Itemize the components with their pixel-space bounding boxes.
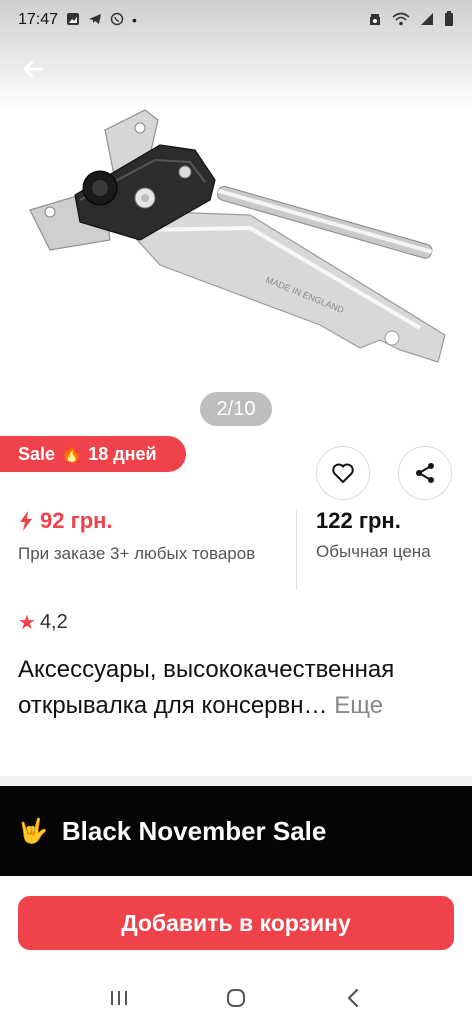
add-to-cart-button[interactable]: Добавить в корзину [18, 896, 454, 950]
cart-bar: Добавить в корзину [0, 876, 472, 972]
back-nav-button[interactable] [333, 978, 373, 1018]
price-divider [296, 510, 297, 590]
promo-price-block: 92 грн. При заказе 3+ любых товаров [18, 508, 288, 566]
sale-badge: Sale 🔥 18 дней [0, 436, 186, 472]
rock-hand-icon: 🤟 [18, 817, 48, 845]
alarm-icon [368, 12, 382, 28]
regular-price-value: 122 грн. [316, 508, 401, 533]
black-november-banner[interactable]: 🤟 Black November Sale [0, 786, 472, 876]
home-icon [226, 989, 245, 1007]
chevron-left-icon [348, 988, 359, 1008]
gallery-icon [66, 12, 80, 28]
star-icon: ★ [18, 612, 36, 634]
heart-icon [332, 463, 354, 483]
product-rating[interactable]: ★ 4,2 [18, 610, 68, 635]
promo-price-value: 92 грн. [40, 508, 113, 533]
wifi-icon [392, 12, 410, 28]
promo-price: 92 грн. [18, 508, 288, 534]
back-button[interactable] [16, 52, 50, 86]
battery-icon [444, 11, 454, 29]
sale-label: Sale [18, 443, 56, 464]
gallery-page-counter: 2/10 [200, 392, 272, 426]
rating-value: 4,2 [39, 611, 68, 633]
section-separator [0, 776, 472, 786]
recent-apps-button[interactable] [99, 978, 139, 1018]
product-image[interactable]: MADE IN ENGLAND [20, 100, 450, 380]
product-title[interactable]: Аксессуары, высококачественная открывалк… [18, 652, 458, 724]
viber-icon [110, 12, 124, 28]
show-more-link[interactable]: Еще [334, 692, 383, 719]
product-gallery[interactable]: MADE IN ENGLAND 2/10 [0, 0, 472, 432]
recent-apps-icon [110, 991, 127, 1005]
system-nav-bar [0, 972, 472, 1024]
status-bar: 17:47 • [0, 0, 472, 40]
signal-icon [420, 12, 434, 28]
regular-price-note: Обычная цена [316, 542, 431, 561]
dot-icon: • [132, 12, 137, 28]
arrow-left-icon [23, 60, 44, 78]
telegram-icon [88, 12, 102, 28]
regular-price-block: 122 грн. Обычная цена [316, 508, 466, 562]
sale-days: 18 дней [88, 443, 157, 464]
promo-banner-text: Black November Sale [61, 815, 327, 846]
home-button[interactable] [216, 978, 256, 1018]
favorite-button[interactable] [316, 446, 370, 500]
fire-icon: 🔥 [61, 444, 83, 463]
lightning-icon [20, 511, 32, 531]
status-time: 17:47 [18, 11, 59, 28]
share-icon [416, 463, 434, 483]
share-button[interactable] [398, 446, 452, 500]
promo-price-note: При заказе 3+ любых товаров [18, 544, 256, 563]
